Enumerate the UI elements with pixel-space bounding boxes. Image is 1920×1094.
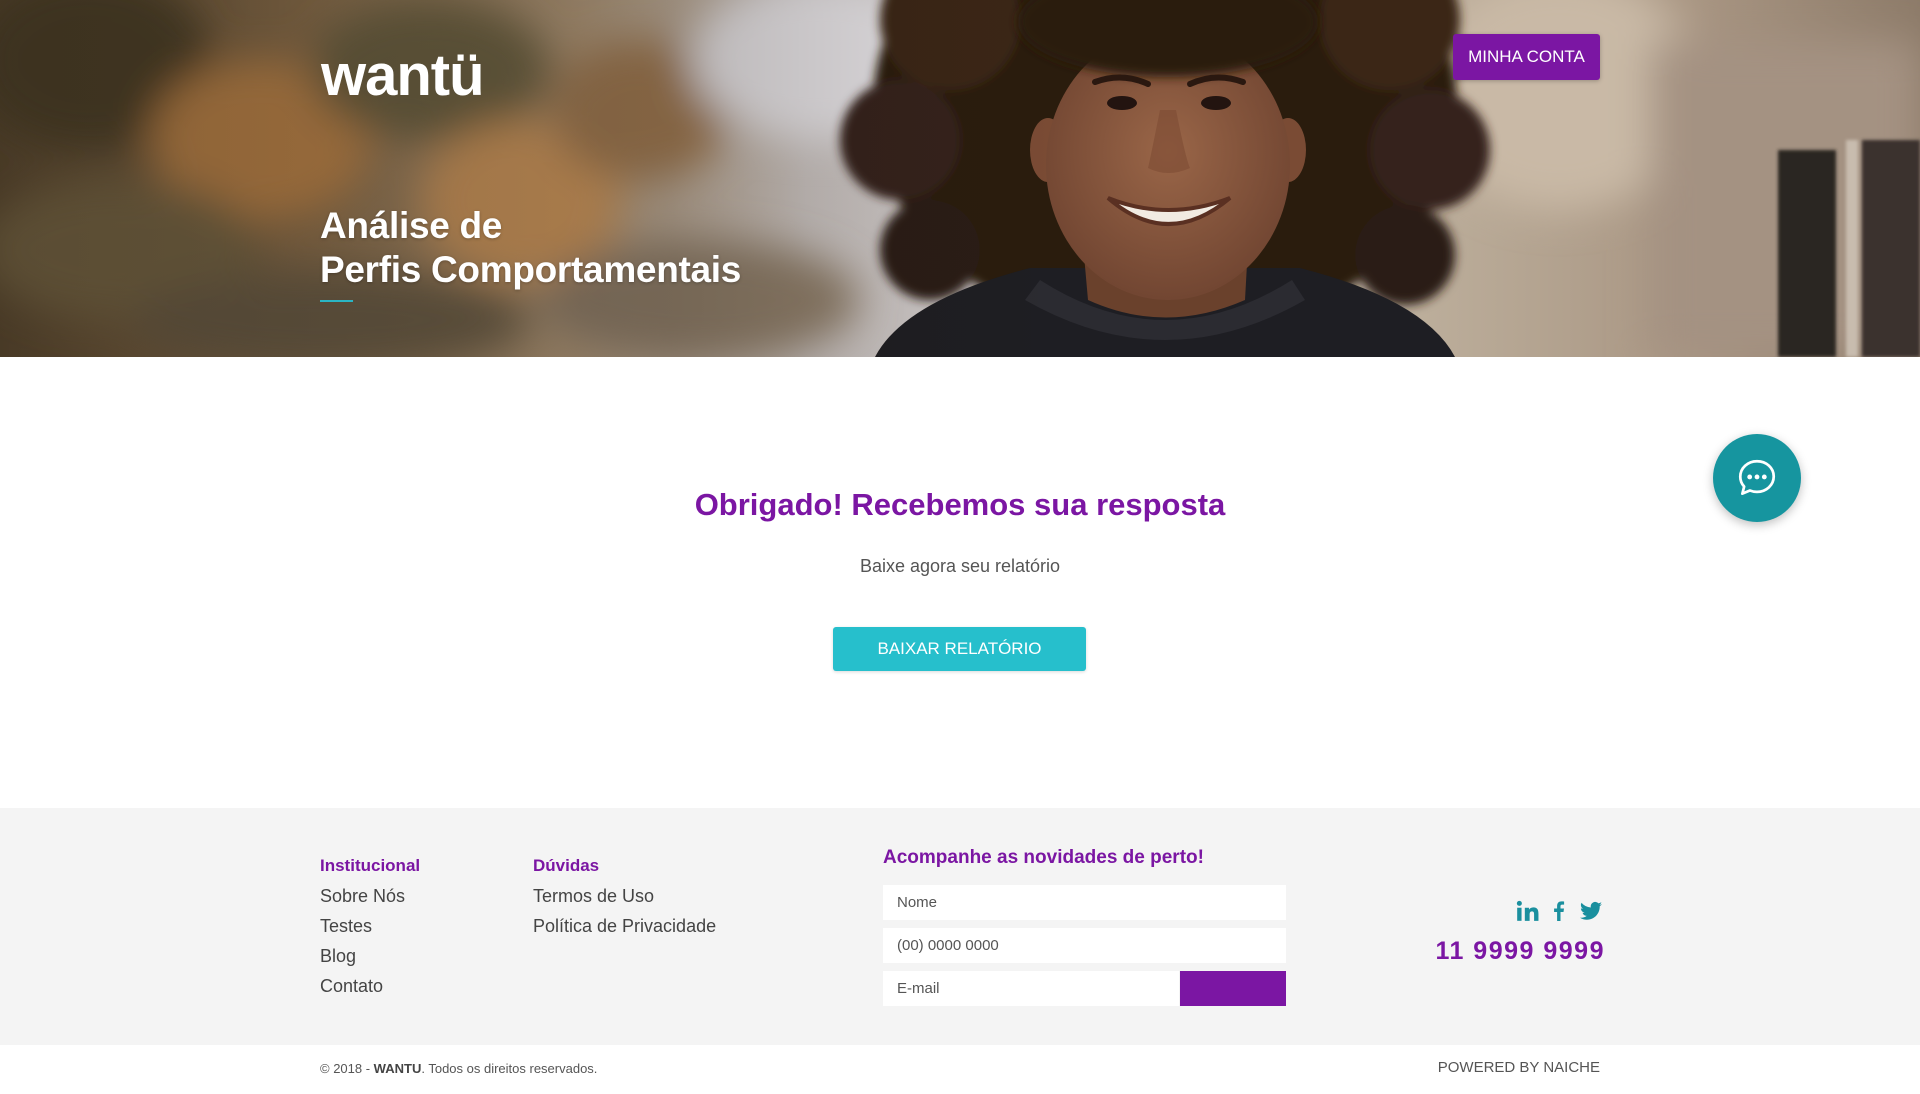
newsletter-submit-button[interactable] xyxy=(1180,971,1286,1006)
thank-you-heading: Obrigado! Recebemos sua resposta xyxy=(694,487,1226,522)
newsletter-phone-input[interactable] xyxy=(883,928,1286,963)
copyright-brand: WANTU xyxy=(373,1061,422,1076)
footer-link-termos-de-uso[interactable]: Termos de Uso xyxy=(533,885,654,907)
download-subtitle: Baixe agora seu relatório xyxy=(859,556,1061,576)
linkedin-icon[interactable] xyxy=(1515,899,1539,923)
footer-institucional-title: Institucional xyxy=(320,856,421,875)
footer-phone-number: 11 9999 9999 xyxy=(1435,937,1605,965)
footer-link-sobre-nos[interactable]: Sobre Nós xyxy=(320,885,405,907)
copyright-text: © 2018 - WANTU. Todos os direitos reserv… xyxy=(320,1061,597,1077)
hero-title: Análise de Perfis Comportamentais xyxy=(320,204,741,292)
copyright-suffix: . Todos os direitos reservados. xyxy=(421,1061,598,1076)
facebook-icon[interactable] xyxy=(1547,899,1571,923)
chat-bubble-icon xyxy=(1738,459,1776,496)
newsletter-name-input[interactable] xyxy=(883,885,1286,920)
copyright-prefix: © 2018 - xyxy=(320,1061,374,1076)
powered-by-link[interactable]: POWERED BY NAICHE xyxy=(1300,1059,1600,1077)
wantu-logo[interactable]: wantü xyxy=(321,44,485,108)
hero-title-line-2: Perfis Comportamentais xyxy=(320,249,742,290)
chat-button[interactable] xyxy=(1713,434,1801,522)
hero-title-underline xyxy=(320,300,353,302)
footer-link-testes[interactable]: Testes xyxy=(320,915,372,937)
download-report-button[interactable]: BAIXAR RELATÓRIO xyxy=(833,627,1086,671)
footer xyxy=(0,808,1920,1045)
twitter-icon[interactable] xyxy=(1579,899,1603,923)
newsletter-title: Acompanhe as novidades de perto! xyxy=(883,847,1204,868)
hero-banner: wantü MINHA CONTA Análise de Perfis Comp… xyxy=(0,0,1920,357)
hero-overlay xyxy=(0,0,1920,357)
footer-link-contato[interactable]: Contato xyxy=(320,975,383,997)
newsletter-email-input[interactable] xyxy=(883,971,1179,1006)
minha-conta-button[interactable]: MINHA CONTA xyxy=(1453,34,1600,80)
footer-link-politica-de-privacidade[interactable]: Política de Privacidade xyxy=(533,915,716,937)
hero-title-line-1: Análise de xyxy=(320,205,503,246)
bottom-bar xyxy=(0,1045,1920,1094)
footer-duvidas-title: Dúvidas xyxy=(533,856,600,875)
footer-link-blog[interactable]: Blog xyxy=(320,945,356,967)
